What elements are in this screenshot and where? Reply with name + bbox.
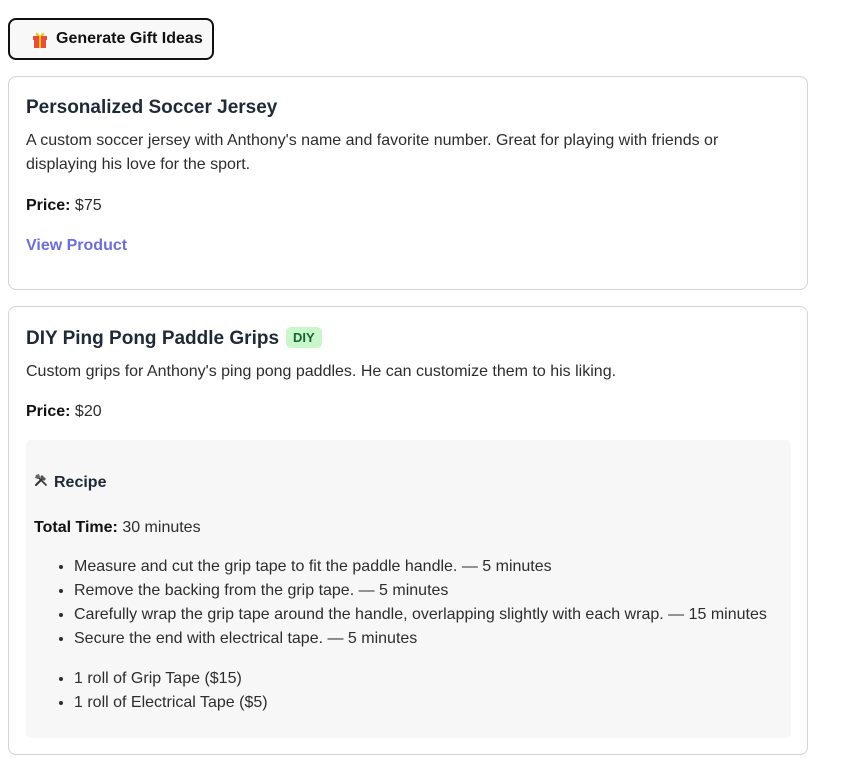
price-value: $75 <box>74 197 102 214</box>
list-item: Measure and cut the grip tape to fit the… <box>74 555 767 579</box>
recipe-heading: Recipe <box>34 473 106 492</box>
tools-icon <box>34 473 48 492</box>
price-label: Price: <box>26 197 71 214</box>
gift-title-row: DIY Ping Pong Paddle Grips DIY <box>26 327 322 350</box>
gift-title: DIY Ping Pong Paddle Grips <box>26 328 280 349</box>
gift-card: DIY Ping Pong Paddle Grips DIY Custom gri… <box>8 306 808 755</box>
total-time-label: Total Time: <box>34 519 118 536</box>
gift-price: Price: $75 <box>26 197 102 215</box>
recipe-panel: Recipe Total Time: 30 minutes Measure an… <box>26 440 791 738</box>
gift-icon <box>32 31 48 48</box>
recipe-heading-label: Recipe <box>54 473 107 491</box>
list-item: 1 roll of Grip Tape ($15) <box>74 667 268 691</box>
gift-card: Personalized Soccer Jersey A custom socc… <box>8 76 808 290</box>
gift-description: Custom grips for Anthony's ping pong pad… <box>26 363 617 380</box>
gift-price: Price: $20 <box>26 403 102 421</box>
price-value: $20 <box>74 403 102 420</box>
total-time: Total Time: 30 minutes <box>34 519 201 537</box>
recipe-materials: 1 roll of Grip Tape ($15) 1 roll of Elec… <box>34 667 268 715</box>
list-item: 1 roll of Electrical Tape ($5) <box>74 691 268 715</box>
list-item: Remove the backing from the grip tape. —… <box>74 579 767 603</box>
generate-button-label: Generate Gift Ideas <box>56 30 203 47</box>
gift-title: Personalized Soccer Jersey <box>26 97 278 118</box>
recipe-steps: Measure and cut the grip tape to fit the… <box>34 555 767 651</box>
list-item: Secure the end with electrical tape. — 5… <box>74 627 767 651</box>
list-item: Carefully wrap the grip tape around the … <box>74 603 767 627</box>
gift-description: A custom soccer jersey with Anthony's na… <box>26 132 719 173</box>
view-product-link[interactable]: View Product <box>26 237 127 255</box>
diy-badge: DIY <box>286 327 322 348</box>
price-label: Price: <box>26 403 71 420</box>
generate-gift-ideas-button[interactable]: Generate Gift Ideas <box>8 18 214 60</box>
total-time-value: 30 minutes <box>122 519 201 536</box>
